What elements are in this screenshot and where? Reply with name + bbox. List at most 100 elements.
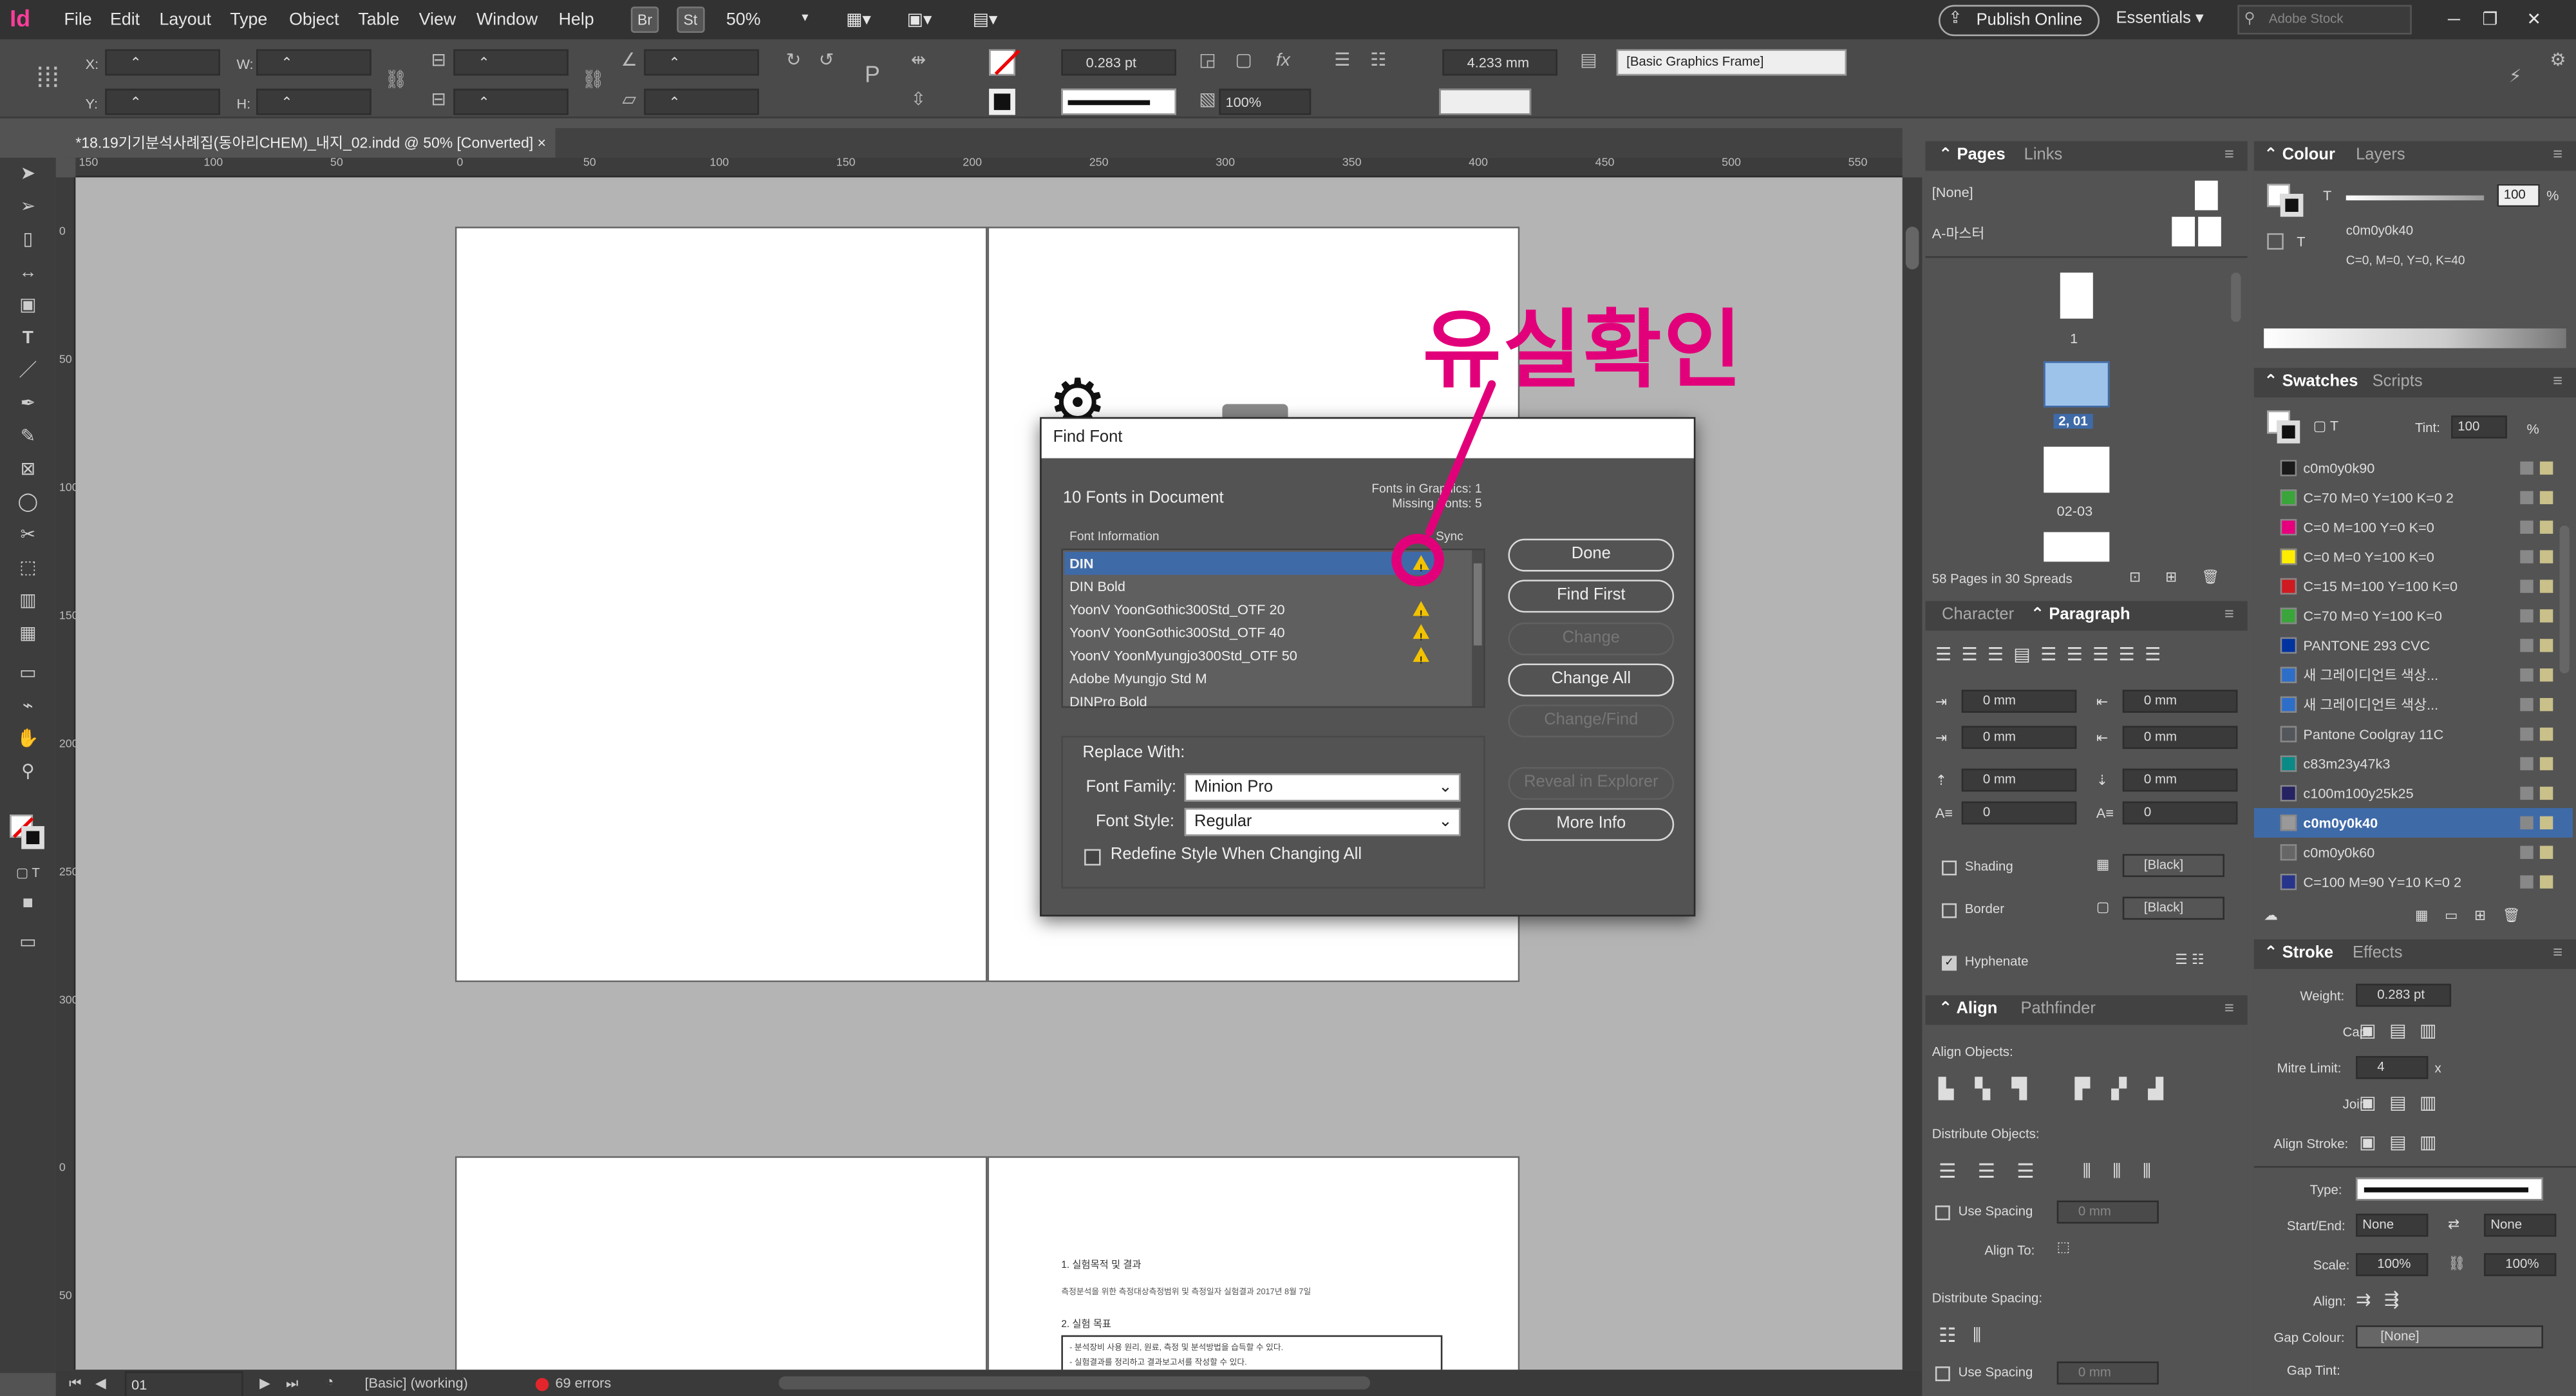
swatch-item[interactable]: C=15 M=100 Y=100 K=0 [2254, 572, 2573, 601]
selection-tool-icon[interactable]: ➤ [13, 161, 42, 187]
rotate-ccw-icon[interactable]: ↺ [815, 50, 838, 73]
tab-effects[interactable]: Effects [2353, 939, 2403, 969]
tab-paragraph[interactable]: ⌃ Paragraph [2031, 601, 2130, 631]
change-all-button[interactable]: Change All [1508, 663, 1675, 697]
wrap2-icon[interactable]: ☷ [1367, 50, 1390, 73]
swatch-item[interactable]: PANTONE 293 CVC [2254, 630, 2573, 660]
pencil-tool-icon[interactable]: ✎ [13, 424, 42, 450]
panel-menu-icon[interactable]: ≡ [2553, 939, 2562, 969]
left-indent-field[interactable]: 0 mm [1961, 690, 2077, 713]
shear-field[interactable]: ⌃ [644, 88, 759, 115]
mitre-field[interactable]: 4 [2356, 1056, 2429, 1079]
font-list-item[interactable]: YoonV YoonMyungjo300Std_OTF 50! [1064, 644, 1437, 667]
rotate-field[interactable]: ⌃ [644, 49, 759, 76]
swatch-item[interactable]: C=70 M=0 Y=100 K=0 2 [2254, 483, 2573, 513]
swatch-scroll-thumb[interactable] [2559, 525, 2570, 674]
page-next-thumb[interactable] [2044, 532, 2110, 562]
master-none[interactable]: [None] [1932, 184, 1973, 201]
scale-start-field[interactable]: 100% [2356, 1253, 2429, 1276]
hand-tool-icon[interactable]: ✋ [13, 726, 42, 752]
hyphenate-checkbox[interactable]: ✓ [1942, 956, 1957, 971]
menu-window[interactable]: Window [476, 10, 538, 30]
tab-swatches[interactable]: ⌃ Swatches [2264, 368, 2358, 397]
preflight-profile[interactable]: [Basic] (working) [364, 1375, 467, 1391]
apply-color-icon[interactable]: ■ [13, 890, 42, 916]
gradient-swatch-tool-icon[interactable]: ▥ [13, 588, 42, 614]
tab-links[interactable]: Links [2024, 141, 2063, 171]
use-spacing-checkbox[interactable] [1935, 1205, 1950, 1221]
more-info-button[interactable]: More Info [1508, 807, 1675, 841]
preflight-icon[interactable]: ◔ [325, 1373, 334, 1390]
distribute-spacing-icons[interactable]: ☷⦀ [1939, 1324, 1998, 1348]
cloud-icon[interactable]: ☁ [2264, 907, 2278, 925]
opacity-field[interactable]: 100% [1219, 88, 1312, 115]
rotate-cw-icon[interactable]: ↻ [782, 50, 805, 73]
use-spacing-field[interactable]: 0 mm [2056, 1200, 2159, 1224]
link-icon[interactable]: ⛓ [2448, 1255, 2466, 1273]
swatch-item[interactable]: C=70 M=0 Y=100 K=0 [2254, 601, 2573, 631]
direct-selection-tool-icon[interactable]: ➢ [13, 194, 42, 220]
publish-online-button[interactable]: Publish Online [1938, 5, 2101, 37]
shading-checkbox[interactable] [1942, 860, 1957, 876]
use-spacing-2-field[interactable]: 0 mm [2056, 1361, 2159, 1385]
scale-y-field[interactable]: ⌃ [453, 88, 569, 115]
bridge-button[interactable]: Br [630, 6, 659, 33]
constrain-scale-icon[interactable]: ⛓ [581, 69, 605, 92]
border-color-icon[interactable]: ▢ [2096, 898, 2109, 916]
horizontal-scrollbar[interactable] [778, 1376, 1371, 1390]
swatch-list[interactable]: c0m0y0k90 C=70 M=0 Y=100 K=0 2 C=0 M=100 Y… [2253, 453, 2576, 897]
swatch-item[interactable]: c0m0y0k90 [2254, 453, 2573, 483]
drop-cap-lines-field[interactable]: 0 [1961, 801, 2077, 825]
text-frame-swatch[interactable] [1439, 88, 1532, 115]
stock-button[interactable]: St [677, 6, 704, 33]
page-size-icon[interactable]: ⊡ [2129, 569, 2141, 587]
use-spacing-2-checkbox[interactable] [1935, 1366, 1950, 1382]
eyedropper-tool-icon[interactable]: ⌁ [13, 693, 42, 719]
next-page-icon[interactable]: ▶ [259, 1375, 270, 1393]
swatch-item[interactable]: Pantone Coolgray 11C [2254, 719, 2573, 749]
change-find-button[interactable]: Change/Find [1508, 704, 1675, 738]
menu-object[interactable]: Object [289, 10, 339, 30]
menu-file[interactable]: File [64, 10, 92, 30]
scale-x-field[interactable]: ⌃ [453, 49, 569, 76]
master-a-thumb-right[interactable] [2198, 216, 2221, 247]
menu-table[interactable]: Table [358, 10, 399, 30]
close-tab-icon[interactable]: × [538, 135, 546, 151]
swatch-item[interactable]: C=0 M=0 Y=100 K=0 [2254, 542, 2573, 572]
distribute-objects-icons[interactable]: ☰☰☰ ⦀⦀⦀ [1939, 1160, 2172, 1184]
align-stroke-icons[interactable]: ▣▤▥ [2359, 1131, 2450, 1153]
cap-icons[interactable]: ▣▤▥ [2359, 1020, 2450, 1041]
zoom-level[interactable]: 50% [726, 10, 761, 30]
page-tool-icon[interactable]: ▯ [13, 227, 42, 253]
tab-layers[interactable]: Layers [2356, 141, 2405, 171]
gradient-feather-tool-icon[interactable]: ▦ [13, 621, 42, 647]
flip-v-icon[interactable]: ⇳ [907, 89, 930, 112]
master-none-thumb[interactable] [2195, 180, 2218, 211]
object-style-dropdown[interactable]: [Basic Graphics Frame] [1616, 49, 1847, 76]
redefine-style-checkbox[interactable] [1084, 849, 1101, 866]
shading-color-dropdown[interactable]: [Black] [2122, 854, 2224, 878]
font-list-item[interactable]: YoonV YoonGothic300Std_OTF 20! [1064, 598, 1437, 621]
done-button[interactable]: Done [1508, 538, 1675, 572]
swatch-item[interactable]: c83m23y47k3 [2254, 749, 2573, 778]
align-objects-icons[interactable]: ▙▚▜ ▛▞▟ [1939, 1077, 2185, 1100]
border-checkbox[interactable] [1942, 903, 1957, 918]
swatch-item[interactable]: C=0 M=100 Y=0 K=0 [2254, 513, 2573, 542]
document-tab[interactable]: *18.19기기분석사례집(동아리CHEM)_내지_02.indd @ 50% … [66, 127, 556, 158]
prev-page-icon[interactable]: ◀ [95, 1375, 106, 1393]
weight-field[interactable]: 0.283 pt [2356, 983, 2452, 1007]
tab-stroke[interactable]: ⌃ Stroke [2264, 939, 2333, 969]
menu-edit[interactable]: Edit [110, 10, 140, 30]
master-a[interactable]: A-마스터 [1932, 223, 1985, 243]
swatch-item[interactable]: c0m0y0k60 [2254, 838, 2573, 867]
menu-help[interactable]: Help [559, 10, 594, 30]
error-count[interactable]: 69 errors [555, 1375, 611, 1391]
space-after-field[interactable]: 0 mm [2122, 768, 2238, 792]
master-a-thumb-left[interactable] [2172, 216, 2195, 247]
colour-ramp[interactable] [2264, 328, 2566, 348]
colour-swatch-icon[interactable] [2267, 233, 2284, 250]
minimize-icon[interactable]: ─ [2448, 10, 2460, 30]
menu-type[interactable]: Type [230, 10, 267, 30]
align-arrow-icons[interactable]: ⇉⇶ [2356, 1289, 2412, 1311]
frame-icon[interactable]: ▢ [1232, 50, 1255, 73]
